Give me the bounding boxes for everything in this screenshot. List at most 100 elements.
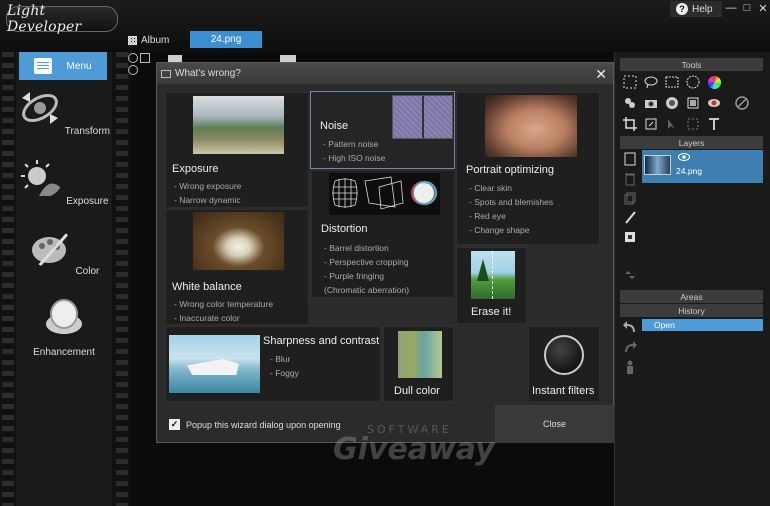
layers-header: Layers xyxy=(620,136,763,149)
color-wheel-icon[interactable] xyxy=(706,74,722,90)
sharpness-line: - Foggy xyxy=(270,368,299,378)
distortion-line: - Purple fringing xyxy=(324,271,385,281)
exposure-line: - Wrong exposure xyxy=(174,181,242,191)
brush-icon[interactable] xyxy=(623,210,637,224)
move-icon[interactable] xyxy=(664,116,680,132)
duplicate-layer-icon[interactable] xyxy=(623,192,637,206)
redo-icon[interactable] xyxy=(623,340,637,354)
noise-line: - Pattern noise xyxy=(323,139,379,149)
prohibit-icon[interactable] xyxy=(734,95,750,111)
select-transform-icon[interactable] xyxy=(622,74,638,90)
minimize-button[interactable]: — xyxy=(724,1,738,15)
noise-tile[interactable]: Noise - Pattern noise - High ISO noise xyxy=(310,91,455,169)
popup-checkbox[interactable]: ✓ xyxy=(169,419,180,430)
portrait-title: Portrait optimizing xyxy=(466,164,555,176)
layer-order-icon[interactable] xyxy=(623,268,637,282)
delete-layer-icon[interactable] xyxy=(623,172,637,186)
dialog-close-icon[interactable]: ✕ xyxy=(595,66,607,83)
sharpness-tile[interactable]: Sharpness and contrast - Blur - Foggy xyxy=(165,326,381,402)
noise-title: Noise xyxy=(320,120,349,132)
resize-icon[interactable] xyxy=(643,116,659,132)
undo-icon[interactable] xyxy=(623,320,637,334)
lens-icon xyxy=(544,335,584,375)
enhancement-icon xyxy=(46,299,82,334)
rect-select-icon[interactable] xyxy=(664,74,680,90)
album-button[interactable]: Album xyxy=(128,33,169,47)
zoom-fit-icon[interactable] xyxy=(140,53,150,63)
right-panel: Tools Layers 24.png Areas History Open xyxy=(614,52,770,506)
portrait-desc: - Clear skin - Spots and blemishes - Red… xyxy=(469,181,553,237)
areas-header: Areas xyxy=(620,290,763,303)
close-window-button[interactable]: ✕ xyxy=(756,1,770,15)
red-eye-icon[interactable] xyxy=(706,95,722,111)
erase-tile[interactable]: Erase it! xyxy=(456,247,527,324)
history-header: History xyxy=(620,304,763,317)
new-layer-icon[interactable] xyxy=(623,152,637,166)
zoom-out-icon[interactable] xyxy=(128,65,138,75)
crop-icon[interactable] xyxy=(622,116,638,132)
portrait-line: - Change shape xyxy=(469,225,530,235)
album-label: Album xyxy=(141,34,170,46)
portrait-tile[interactable]: Portrait optimizing - Clear skin - Spots… xyxy=(456,92,600,245)
zoom-in-icon[interactable] xyxy=(128,53,138,63)
layer-name: 24.png xyxy=(676,166,702,176)
distortion-tile[interactable]: Distortion - Barrel distortion - Perspec… xyxy=(311,170,455,298)
sharpness-title: Sharpness and contrast xyxy=(263,335,380,347)
file-tab[interactable]: 24.png xyxy=(190,31,262,48)
white-balance-thumbnail xyxy=(193,212,284,270)
sharpness-desc: - Blur - Foggy xyxy=(270,352,299,380)
color-icon xyxy=(31,231,70,267)
stamp-icon[interactable] xyxy=(685,95,701,111)
enhancement-label: Enhancement xyxy=(33,347,95,358)
dull-color-title: Dull color xyxy=(394,385,440,397)
film-perforation xyxy=(116,52,128,506)
color-label: Color xyxy=(75,266,100,277)
transform-tool[interactable]: Transform xyxy=(16,88,112,137)
white-balance-line: - Inaccurate color xyxy=(174,313,240,323)
portrait-line: - Clear skin xyxy=(469,183,512,193)
instant-filters-title: Instant filters xyxy=(532,385,595,397)
menu-button[interactable]: Menu xyxy=(19,52,107,80)
help-button[interactable]: ? Help xyxy=(670,1,722,17)
window-icon xyxy=(161,69,171,78)
dull-color-tile[interactable]: Dull color xyxy=(383,326,454,402)
exposure-tile[interactable]: Exposure - Wrong exposure - Narrow dynam… xyxy=(165,92,309,208)
menu-icon xyxy=(34,58,53,74)
popup-checkbox-row[interactable]: ✓ Popup this wizard dialog upon opening xyxy=(169,419,341,430)
ellipse-select-icon[interactable] xyxy=(685,74,701,90)
menu-label: Menu xyxy=(66,60,92,72)
eye-icon[interactable] xyxy=(678,153,690,163)
exposure-line: - Narrow dynamic xyxy=(174,195,241,205)
portrait-line: - Red eye xyxy=(469,211,506,221)
transform-icon xyxy=(22,92,59,124)
exposure-label: Exposure xyxy=(66,196,109,207)
history-item[interactable]: Open xyxy=(642,319,763,331)
dialog-close-button[interactable]: Close xyxy=(495,405,614,443)
maximize-button[interactable]: □ xyxy=(740,1,754,15)
exposure-tool[interactable]: Exposure xyxy=(16,158,112,207)
dialog-title-bar: What's wrong? ✕ xyxy=(157,63,613,84)
white-balance-tile[interactable]: White balance - Wrong color temperature … xyxy=(165,209,309,325)
text-icon[interactable] xyxy=(706,116,722,132)
layer-row[interactable]: 24.png xyxy=(642,150,763,183)
white-balance-desc: - Wrong color temperature - Inaccurate c… xyxy=(174,297,273,325)
clone-icon[interactable] xyxy=(622,95,638,111)
mask-icon[interactable] xyxy=(623,230,637,244)
history-person-icon[interactable] xyxy=(623,360,637,374)
transform-box-icon[interactable] xyxy=(685,116,701,132)
heal-icon[interactable] xyxy=(664,95,680,111)
erase-thumbnail xyxy=(471,251,515,299)
distortion-title: Distortion xyxy=(321,223,368,235)
camera-icon[interactable] xyxy=(643,95,659,111)
instant-filters-tile[interactable]: Instant filters xyxy=(528,326,600,402)
sharpness-thumbnail xyxy=(169,335,260,393)
transform-label: Transform xyxy=(64,126,110,137)
watermark-main: Giveaway xyxy=(333,432,495,467)
dialog-title: What's wrong? xyxy=(175,68,241,79)
lasso-icon[interactable] xyxy=(643,74,659,90)
distortion-thumbnail xyxy=(329,173,440,215)
enhancement-tool[interactable]: Enhancement xyxy=(16,298,112,358)
color-tool[interactable]: Color xyxy=(16,228,112,277)
tools-header: Tools xyxy=(620,58,763,71)
noise-line: - High ISO noise xyxy=(323,153,386,163)
